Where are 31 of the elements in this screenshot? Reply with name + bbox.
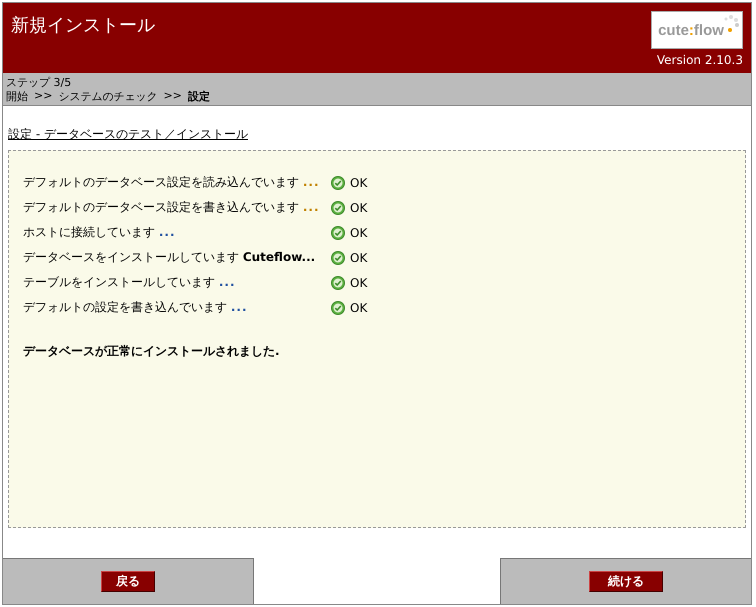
- status-text: OK: [350, 276, 368, 290]
- version-label: Version 2.10.3: [656, 53, 743, 67]
- status-text: OK: [350, 250, 368, 264]
- breadcrumb-item: システムのチェック: [58, 89, 158, 104]
- step-label: ステップ 3/5: [6, 75, 72, 89]
- breadcrumb-separator: >>: [163, 89, 182, 104]
- page-title: 新規インストール: [11, 14, 155, 37]
- check-icon: [331, 226, 345, 240]
- check-icon: [331, 200, 345, 214]
- section-title: 設定 - データベースのテスト／インストール: [8, 126, 248, 143]
- task-label: ホストに接続しています ...: [23, 224, 177, 241]
- status-text: OK: [350, 200, 368, 214]
- result-message: データベースが正常にインストールされました.: [23, 343, 281, 360]
- check-icon: [331, 250, 345, 264]
- status-text: OK: [350, 226, 368, 240]
- task-label: デフォルトの設定を書き込んでいます ...: [23, 299, 249, 316]
- check-icon: [331, 176, 345, 190]
- task-label: データベースをインストールしています Cuteflow...: [23, 249, 316, 266]
- breadcrumb-item: 設定: [188, 89, 210, 104]
- check-icon: [331, 300, 345, 314]
- status-text: OK: [350, 300, 368, 314]
- breadcrumb-item: 開始: [6, 89, 28, 104]
- status-text: OK: [350, 176, 368, 190]
- logo: cute:flow: [651, 11, 743, 49]
- next-button[interactable]: 続ける: [589, 571, 663, 592]
- task-label: デフォルトのデータベース設定を書き込んでいます ...: [23, 199, 321, 216]
- breadcrumb-separator: >>: [34, 89, 52, 104]
- back-button[interactable]: 戻る: [101, 571, 155, 592]
- task-label: デフォルトのデータベース設定を読み込んでいます ...: [23, 174, 321, 191]
- check-icon: [331, 276, 345, 290]
- task-label: テーブルをインストールしています ...: [23, 274, 237, 291]
